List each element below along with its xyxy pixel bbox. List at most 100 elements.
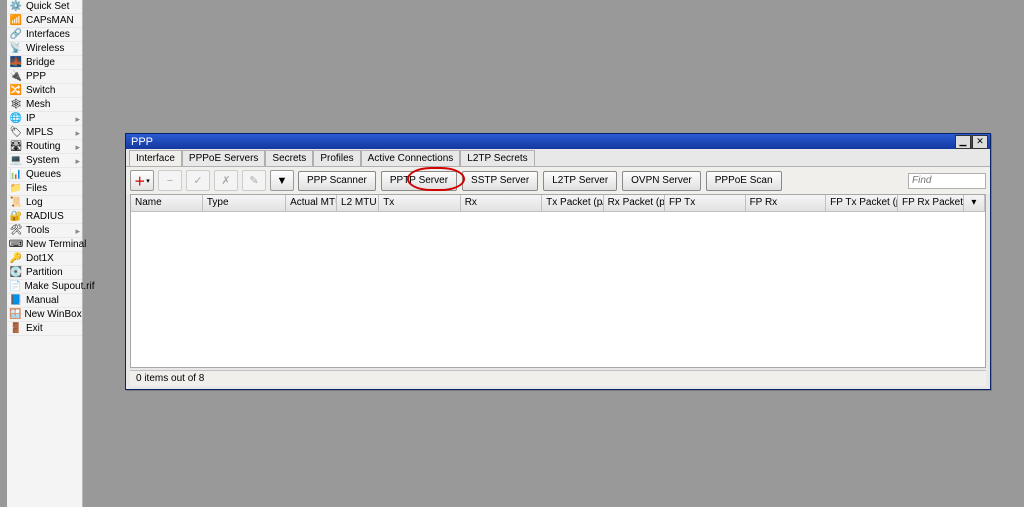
sidebar-item-label: Interfaces bbox=[26, 28, 70, 41]
tab-pppoe-servers[interactable]: PPPoE Servers bbox=[182, 150, 265, 166]
sidebar-item-label: System bbox=[26, 154, 59, 167]
col-l2-mtu[interactable]: L2 MTU bbox=[337, 195, 379, 211]
col-rx-packet-p-s-[interactable]: Rx Packet (p/s) bbox=[604, 195, 665, 211]
expand-icon: ▸ bbox=[75, 113, 80, 126]
nav-routing[interactable]: 🛣Routing ▸ bbox=[7, 140, 82, 154]
col-actual-mtu[interactable]: Actual MTU bbox=[286, 195, 337, 211]
nav-quick-set[interactable]: ⚙️Quick Set bbox=[7, 0, 82, 14]
nav-new-terminal[interactable]: ⌨New Terminal bbox=[7, 238, 82, 252]
nav-partition[interactable]: 💽Partition bbox=[7, 266, 82, 280]
nav-interfaces[interactable]: 🔗Interfaces bbox=[7, 28, 82, 42]
nav-dot1x[interactable]: 🔑Dot1X bbox=[7, 252, 82, 266]
nav-radius[interactable]: 🔐RADIUS bbox=[7, 210, 82, 224]
col-fp-tx[interactable]: FP Tx bbox=[665, 195, 746, 211]
nav-wireless-icon: 📡 bbox=[9, 43, 23, 55]
nav-supout[interactable]: 📄Make Supout.rif bbox=[7, 280, 82, 294]
sidebar-item-label: Dot1X bbox=[26, 252, 54, 265]
nav-partition-icon: 💽 bbox=[9, 267, 23, 279]
nav-manual[interactable]: 📘Manual bbox=[7, 294, 82, 308]
col-type[interactable]: Type bbox=[203, 195, 286, 211]
sidebar-item-label: Make Supout.rif bbox=[24, 280, 94, 293]
btn-l2tp-server[interactable]: L2TP Server bbox=[543, 171, 617, 191]
btn-pppoe-scan[interactable]: PPPoE Scan bbox=[706, 171, 782, 191]
btn-ovpn-server[interactable]: OVPN Server bbox=[622, 171, 701, 191]
nav-ip-icon: 🌐 bbox=[9, 113, 23, 125]
nav-capsman-icon: 📶 bbox=[9, 15, 23, 27]
titlebar[interactable]: PPP ▁ ✕ bbox=[126, 134, 990, 149]
nav-wireless[interactable]: 📡Wireless bbox=[7, 42, 82, 56]
sidebar-item-label: Routing bbox=[26, 140, 60, 153]
remove-button[interactable]: − bbox=[158, 170, 182, 191]
col-fp-tx-packet-p-s-[interactable]: FP Tx Packet (p/s) bbox=[826, 195, 898, 211]
nav-ppp[interactable]: 🔌PPP bbox=[7, 70, 82, 84]
tab-profiles[interactable]: Profiles bbox=[313, 150, 360, 166]
btn-pptp-server[interactable]: PPTP Server bbox=[381, 171, 457, 191]
nav-tools-icon: 🛠 bbox=[9, 225, 23, 237]
grid-body[interactable] bbox=[131, 212, 985, 367]
comment-button[interactable]: ✎ bbox=[242, 170, 266, 191]
nav-quick-set-icon: ⚙️ bbox=[9, 1, 23, 13]
tab-l2tp-secrets[interactable]: L2TP Secrets bbox=[460, 150, 534, 166]
sidebar-item-label: Files bbox=[26, 182, 47, 195]
nav-mesh-icon: 🕸 bbox=[9, 99, 23, 111]
tab-interface[interactable]: Interface bbox=[129, 150, 182, 166]
nav-bridge-icon: 🌉 bbox=[9, 57, 23, 69]
nav-tools[interactable]: 🛠Tools▸ bbox=[7, 224, 82, 238]
nav-routing-icon: 🛣 bbox=[9, 141, 23, 153]
nav-manual-icon: 📘 bbox=[9, 295, 23, 307]
filter-button[interactable]: ▼ bbox=[270, 170, 294, 191]
nav-files[interactable]: 📁Files bbox=[7, 182, 82, 196]
nav-new-winbox[interactable]: 🪟New WinBox bbox=[7, 308, 82, 322]
nav-bridge[interactable]: 🌉Bridge bbox=[7, 56, 82, 70]
nav-dot1x-icon: 🔑 bbox=[9, 253, 23, 265]
sidebar-item-label: IP bbox=[26, 112, 35, 125]
find-input[interactable] bbox=[908, 173, 986, 189]
nav-supout-icon: 📄 bbox=[9, 281, 21, 293]
nav-interfaces-icon: 🔗 bbox=[9, 29, 23, 41]
sidebar-item-label: Queues bbox=[26, 168, 61, 181]
close-button[interactable]: ✕ bbox=[972, 135, 988, 149]
nav-mpls-icon: 🏷 bbox=[9, 127, 23, 139]
tab-active-connections[interactable]: Active Connections bbox=[361, 150, 461, 166]
enable-button[interactable]: ✓ bbox=[186, 170, 210, 191]
col-tx-packet-p-s-[interactable]: Tx Packet (p/s) bbox=[542, 195, 603, 211]
col-fp-rx[interactable]: FP Rx bbox=[746, 195, 827, 211]
app-label: RouterOS WinBox bbox=[0, 398, 3, 488]
window-title: PPP bbox=[128, 136, 954, 148]
sidebar-item-label: Quick Set bbox=[26, 0, 69, 13]
nav-mpls[interactable]: 🏷MPLS▸ bbox=[7, 126, 82, 140]
col-name[interactable]: Name bbox=[131, 195, 203, 211]
add-button[interactable]: ＋▾ bbox=[130, 170, 154, 191]
btn-ppp-scanner[interactable]: PPP Scanner bbox=[298, 171, 376, 191]
tab-secrets[interactable]: Secrets bbox=[265, 150, 313, 166]
nav-capsman[interactable]: 📶CAPsMAN bbox=[7, 14, 82, 28]
ppp-window: PPP ▁ ✕ InterfacePPPoE ServersSecretsPro… bbox=[125, 133, 991, 390]
sidebar-item-label: CAPsMAN bbox=[26, 14, 74, 27]
sidebar-item-label: RADIUS bbox=[26, 210, 64, 223]
nav-switch[interactable]: 🔀Switch bbox=[7, 84, 82, 98]
col-fp-rx-packet-p-s-[interactable]: FP Rx Packet (p/s) bbox=[898, 195, 964, 211]
sidebar-item-label: Exit bbox=[26, 322, 43, 335]
nav-system[interactable]: 💻System▸ bbox=[7, 154, 82, 168]
col-tx[interactable]: Tx bbox=[379, 195, 460, 211]
nav-exit[interactable]: 🚪Exit bbox=[7, 322, 82, 336]
btn-sstp-server[interactable]: SSTP Server bbox=[462, 171, 538, 191]
nav-log[interactable]: 📜Log bbox=[7, 196, 82, 210]
nav-ip[interactable]: 🌐IP ▸ bbox=[7, 112, 82, 126]
nav-queues[interactable]: 📊Queues bbox=[7, 168, 82, 182]
columns-menu-icon[interactable]: ▾ bbox=[964, 195, 985, 211]
sidebar-item-label: Tools bbox=[26, 224, 49, 237]
tabs: InterfacePPPoE ServersSecretsProfilesAct… bbox=[126, 149, 990, 167]
minimize-button[interactable]: ▁ bbox=[955, 135, 971, 149]
nav-new-winbox-icon: 🪟 bbox=[9, 309, 21, 321]
disable-button[interactable]: ✗ bbox=[214, 170, 238, 191]
toolbar: ＋▾ − ✓ ✗ ✎ ▼ PPP ScannerPPTP ServerSSTP … bbox=[126, 167, 990, 194]
expand-icon: ▸ bbox=[75, 141, 80, 154]
sidebar-item-label: Manual bbox=[26, 294, 59, 307]
sidebar-item-label: Bridge bbox=[26, 56, 55, 69]
col-rx[interactable]: Rx bbox=[461, 195, 542, 211]
nav-mesh[interactable]: 🕸Mesh bbox=[7, 98, 82, 112]
sidebar-item-label: Log bbox=[26, 196, 43, 209]
nav-ppp-icon: 🔌 bbox=[9, 71, 23, 83]
sidebar-item-label: Wireless bbox=[26, 42, 64, 55]
